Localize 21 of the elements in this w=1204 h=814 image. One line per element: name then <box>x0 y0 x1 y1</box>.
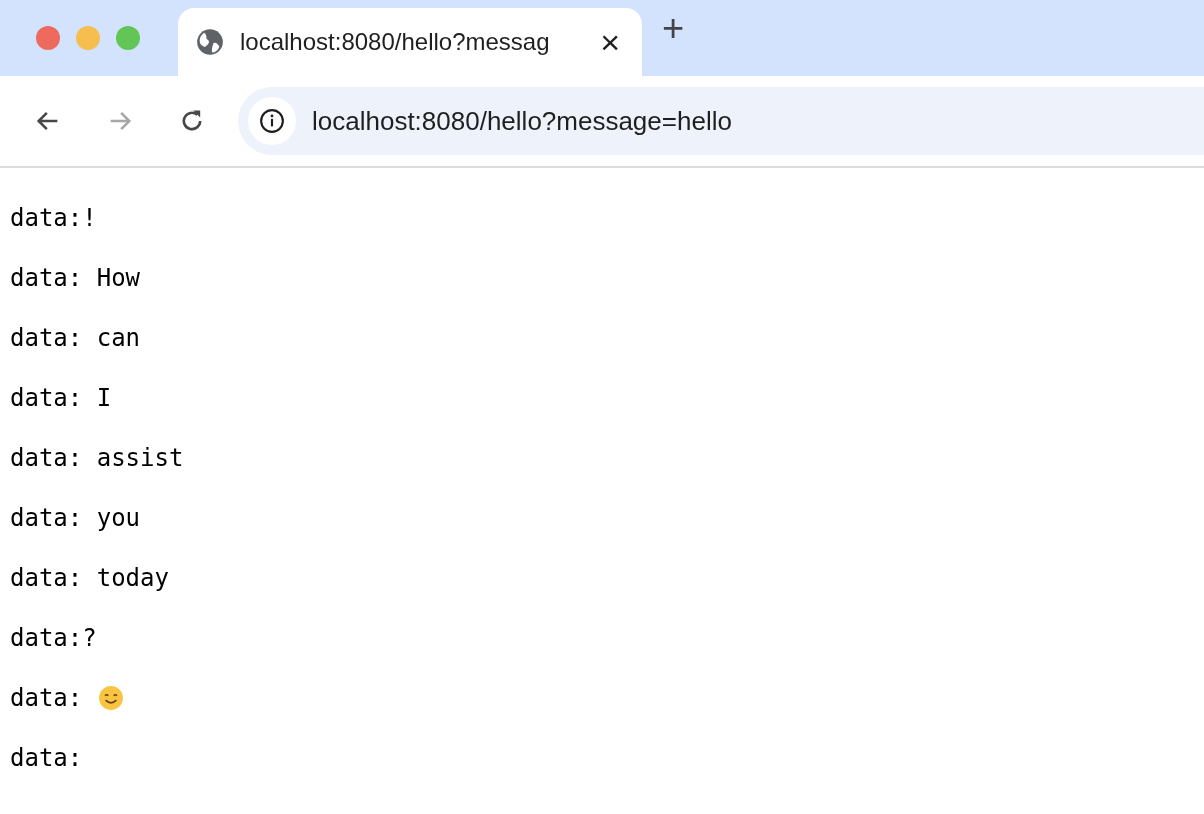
data-line: data: I <box>10 384 112 412</box>
new-tab-button[interactable]: + <box>656 8 691 48</box>
data-line: data:! <box>10 204 97 232</box>
close-window-button[interactable] <box>36 26 60 50</box>
data-line: data: assist <box>10 444 184 472</box>
zoom-window-button[interactable] <box>116 26 140 50</box>
browser-tab[interactable]: localhost:8080/hello?messag × <box>178 8 642 76</box>
data-line: data: <box>10 684 83 712</box>
data-line: data: can <box>10 324 141 352</box>
info-icon[interactable] <box>248 97 296 145</box>
data-line: data: you <box>10 504 141 532</box>
smiley-icon <box>98 685 125 711</box>
data-line: data: today <box>10 564 169 592</box>
data-line: data:? <box>10 624 97 652</box>
address-bar[interactable]: localhost:8080/hello?message=hello <box>238 87 1204 155</box>
data-line: data: How <box>10 264 141 292</box>
close-tab-button[interactable]: × <box>596 25 624 59</box>
globe-icon <box>196 28 224 56</box>
tab-title: localhost:8080/hello?messag <box>240 28 551 56</box>
minimize-window-button[interactable] <box>76 26 100 50</box>
data-line: data: <box>10 744 83 772</box>
